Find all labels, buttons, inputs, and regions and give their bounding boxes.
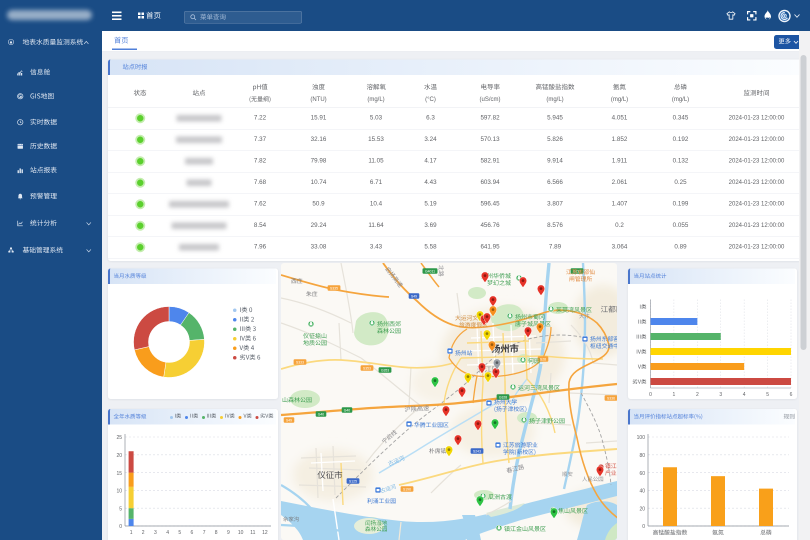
svg-text:2: 2	[142, 530, 145, 536]
svg-text:G40: G40	[318, 412, 325, 416]
svg-text:S49: S49	[286, 418, 292, 422]
svg-text:1: 1	[673, 392, 676, 398]
svg-text:0: 0	[119, 524, 122, 530]
svg-text:80: 80	[639, 453, 645, 459]
svg-text:11: 11	[250, 530, 255, 536]
svg-text:S49: S49	[411, 294, 417, 298]
svg-text:100: 100	[637, 435, 646, 441]
svg-text:10: 10	[238, 530, 244, 536]
svg-text:G353: G353	[381, 368, 389, 372]
svg-text:S28: S28	[540, 357, 546, 361]
svg-text:S336: S336	[607, 396, 615, 400]
svg-text:20: 20	[639, 506, 645, 512]
svg-text:60: 60	[639, 471, 645, 477]
svg-text:S353: S353	[363, 366, 371, 370]
svg-text:5: 5	[178, 530, 181, 536]
svg-text:12: 12	[262, 530, 268, 536]
svg-text:5: 5	[119, 506, 122, 512]
svg-text:20: 20	[116, 453, 122, 459]
svg-text:3: 3	[719, 392, 722, 398]
svg-text:9: 9	[227, 530, 230, 536]
svg-text:G4011: G4011	[425, 269, 435, 273]
svg-text:1: 1	[130, 530, 133, 536]
svg-text:G328: G328	[499, 395, 507, 399]
svg-text:6: 6	[790, 392, 793, 398]
svg-text:15: 15	[116, 471, 122, 477]
svg-text:5: 5	[766, 392, 769, 398]
svg-text:S335: S335	[330, 286, 338, 290]
svg-text:G40: G40	[344, 408, 351, 412]
svg-text:8: 8	[215, 530, 218, 536]
svg-text:40: 40	[639, 489, 645, 495]
svg-text:S243: S243	[473, 449, 481, 453]
svg-text:10: 10	[116, 489, 122, 495]
svg-text:S125: S125	[349, 479, 357, 483]
svg-text:25: 25	[116, 435, 122, 441]
svg-text:S196: S196	[403, 487, 411, 491]
svg-text:6: 6	[191, 530, 194, 536]
svg-text:4: 4	[166, 530, 169, 536]
svg-text:4: 4	[743, 392, 746, 398]
svg-text:2: 2	[696, 392, 699, 398]
svg-text:3: 3	[154, 530, 157, 536]
svg-text:7: 7	[203, 530, 206, 536]
svg-text:0: 0	[649, 392, 652, 398]
svg-text:0: 0	[642, 524, 645, 530]
svg-text:S333: S333	[296, 360, 304, 364]
